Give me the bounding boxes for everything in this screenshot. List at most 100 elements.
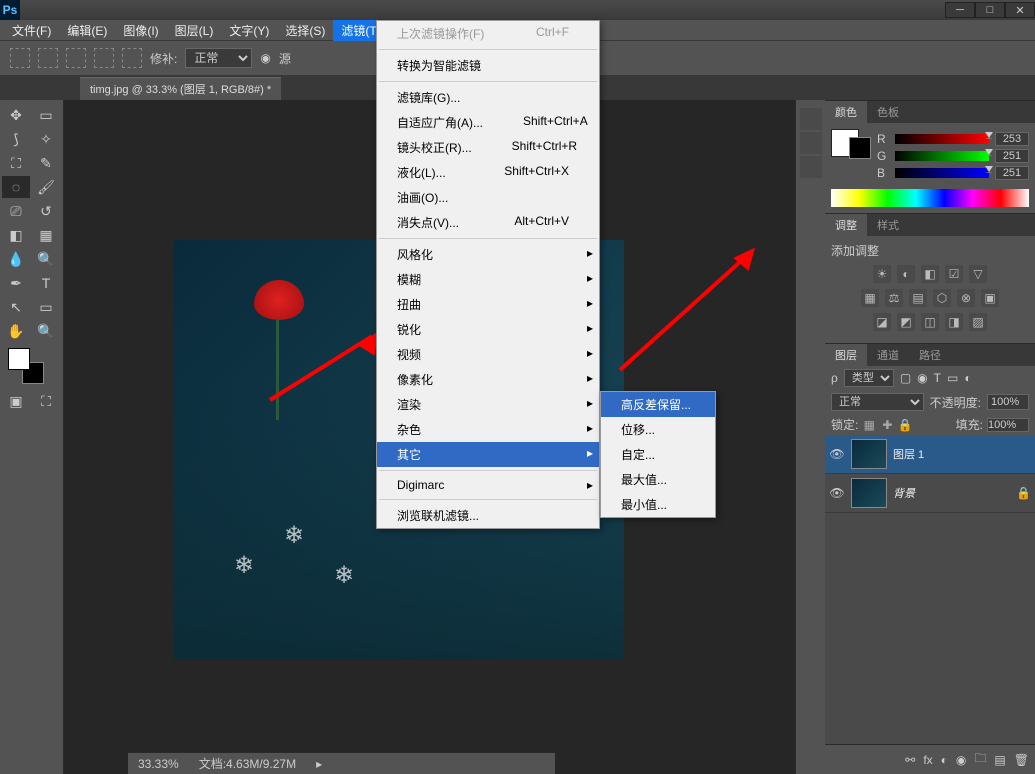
- strip-icon[interactable]: [800, 156, 822, 178]
- adjust-icon[interactable]: ▦: [861, 289, 879, 307]
- pen-tool[interactable]: ✒: [2, 272, 30, 294]
- visibility-icon[interactable]: 👁: [829, 447, 845, 461]
- fx-icon[interactable]: fx: [923, 753, 932, 767]
- opacity-input[interactable]: [987, 394, 1029, 410]
- lock-position-icon[interactable]: ✚: [880, 418, 894, 432]
- move-tool[interactable]: ✥: [2, 104, 30, 126]
- history-brush-tool[interactable]: ↺: [32, 200, 60, 222]
- color-swatches[interactable]: [8, 348, 44, 384]
- adjust-icon[interactable]: ▨: [969, 313, 987, 331]
- type-tool[interactable]: T: [32, 272, 60, 294]
- maximize-button[interactable]: □: [975, 2, 1005, 18]
- menu-item-video[interactable]: 视频: [377, 342, 599, 367]
- menu-item-last-filter[interactable]: 上次滤镜操作(F)Ctrl+F: [377, 21, 599, 46]
- minimize-button[interactable]: ─: [945, 2, 975, 18]
- adjust-icon[interactable]: ⚖: [885, 289, 903, 307]
- tab-styles[interactable]: 样式: [867, 214, 909, 236]
- close-button[interactable]: ✕: [1005, 2, 1035, 18]
- adjust-icon[interactable]: ◫: [921, 313, 939, 331]
- hand-tool[interactable]: ✋: [2, 320, 30, 342]
- layer-filter-select[interactable]: 类型: [844, 369, 894, 387]
- menu-item-maximum[interactable]: 最大值...: [601, 467, 715, 492]
- menu-item-custom[interactable]: 自定...: [601, 442, 715, 467]
- menu-item-highpass[interactable]: 高反差保留...: [601, 392, 715, 417]
- red-slider[interactable]: [895, 134, 989, 144]
- adjust-icon[interactable]: ☀: [873, 265, 891, 283]
- mask-icon[interactable]: ◐: [941, 753, 948, 767]
- new-layer-icon[interactable]: ▤: [994, 753, 1005, 767]
- tab-layers[interactable]: 图层: [825, 344, 867, 366]
- menu-item-blur[interactable]: 模糊: [377, 267, 599, 292]
- tab-paths[interactable]: 路径: [909, 344, 951, 366]
- menu-item-minimum[interactable]: 最小值...: [601, 492, 715, 517]
- menu-item-noise[interactable]: 杂色: [377, 417, 599, 442]
- adjust-icon[interactable]: ◧: [921, 265, 939, 283]
- layer-thumbnail[interactable]: [851, 439, 887, 469]
- quickmask-icon[interactable]: ▣: [2, 390, 30, 412]
- menu-item-digimarc[interactable]: Digimarc: [377, 474, 599, 496]
- menu-item-smart-filter[interactable]: 转换为智能滤镜: [377, 53, 599, 78]
- zoom-tool[interactable]: 🔍: [32, 320, 60, 342]
- menu-item-browse-online[interactable]: 浏览联机滤镜...: [377, 503, 599, 528]
- visibility-icon[interactable]: 👁: [829, 486, 845, 500]
- blue-value[interactable]: [995, 166, 1029, 180]
- screenmode-icon[interactable]: ⛶: [32, 390, 60, 412]
- layer-item[interactable]: 👁 图层 1: [825, 435, 1035, 474]
- group-icon[interactable]: 🗀: [974, 749, 986, 770]
- menu-type[interactable]: 文字(Y): [221, 20, 277, 41]
- bg-swatch[interactable]: [849, 137, 871, 159]
- stamp-tool[interactable]: ⎚: [2, 200, 30, 222]
- menu-item-render[interactable]: 渲染: [377, 392, 599, 417]
- menu-item-sharpen[interactable]: 锐化: [377, 317, 599, 342]
- path-tool[interactable]: ↖: [2, 296, 30, 318]
- selection-mode-icon[interactable]: [66, 48, 86, 68]
- adjust-icon[interactable]: ▣: [981, 289, 999, 307]
- menu-item-filter-gallery[interactable]: 滤镜库(G)...: [377, 85, 599, 110]
- spectrum-picker[interactable]: [831, 189, 1029, 207]
- filter-icon[interactable]: ◐: [964, 371, 971, 385]
- dodge-tool[interactable]: 🔍: [32, 248, 60, 270]
- shape-tool[interactable]: ▭: [32, 296, 60, 318]
- filter-icon[interactable]: T: [934, 371, 941, 385]
- layer-thumbnail[interactable]: [851, 478, 887, 508]
- fill-adjust-icon[interactable]: ◉: [956, 753, 966, 767]
- filter-icon[interactable]: ▢: [900, 371, 911, 385]
- adjust-icon[interactable]: ⬡: [933, 289, 951, 307]
- layer-item[interactable]: 👁 背景 🔒: [825, 474, 1035, 513]
- menu-item-other[interactable]: 其它: [377, 442, 599, 467]
- menu-item-liquify[interactable]: 液化(L)...Shift+Ctrl+X: [377, 160, 599, 185]
- menu-item-oil-paint[interactable]: 油画(O)...: [377, 185, 599, 210]
- link-icon[interactable]: ⚯: [905, 753, 915, 767]
- menu-image[interactable]: 图像(I): [115, 20, 166, 41]
- selection-mode-icon[interactable]: [94, 48, 114, 68]
- layer-name[interactable]: 背景: [893, 485, 1010, 501]
- red-value[interactable]: [995, 132, 1029, 146]
- adjust-icon[interactable]: ☑: [945, 265, 963, 283]
- patch-mode-select[interactable]: 正常: [185, 48, 252, 68]
- tab-color[interactable]: 颜色: [825, 101, 867, 123]
- wand-tool[interactable]: ✧: [32, 128, 60, 150]
- document-tab[interactable]: timg.jpg @ 33.3% (图层 1, RGB/8#) *: [80, 77, 281, 100]
- blur-tool[interactable]: 💧: [2, 248, 30, 270]
- fill-input[interactable]: [987, 418, 1029, 432]
- menu-edit[interactable]: 编辑(E): [59, 20, 115, 41]
- selection-mode-icon[interactable]: [122, 48, 142, 68]
- lasso-tool[interactable]: ⟆: [2, 128, 30, 150]
- tool-preset-icon[interactable]: [10, 48, 30, 68]
- crop-tool[interactable]: ⛶: [2, 152, 30, 174]
- menu-item-pixelate[interactable]: 像素化: [377, 367, 599, 392]
- adjust-icon[interactable]: ◪: [873, 313, 891, 331]
- brush-tool[interactable]: 🖌: [32, 176, 60, 198]
- tab-swatches[interactable]: 色板: [867, 101, 909, 123]
- lock-all-icon[interactable]: 🔒: [898, 418, 912, 432]
- menu-item-distort[interactable]: 扭曲: [377, 292, 599, 317]
- menu-select[interactable]: 选择(S): [277, 20, 333, 41]
- menu-file[interactable]: 文件(F): [4, 20, 59, 41]
- adjust-icon[interactable]: ◩: [897, 313, 915, 331]
- green-value[interactable]: [995, 149, 1029, 163]
- eyedropper-tool[interactable]: ✎: [32, 152, 60, 174]
- patch-tool[interactable]: ◌: [2, 176, 30, 198]
- eraser-tool[interactable]: ◧: [2, 224, 30, 246]
- adjust-icon[interactable]: ▤: [909, 289, 927, 307]
- menu-layer[interactable]: 图层(L): [167, 20, 222, 41]
